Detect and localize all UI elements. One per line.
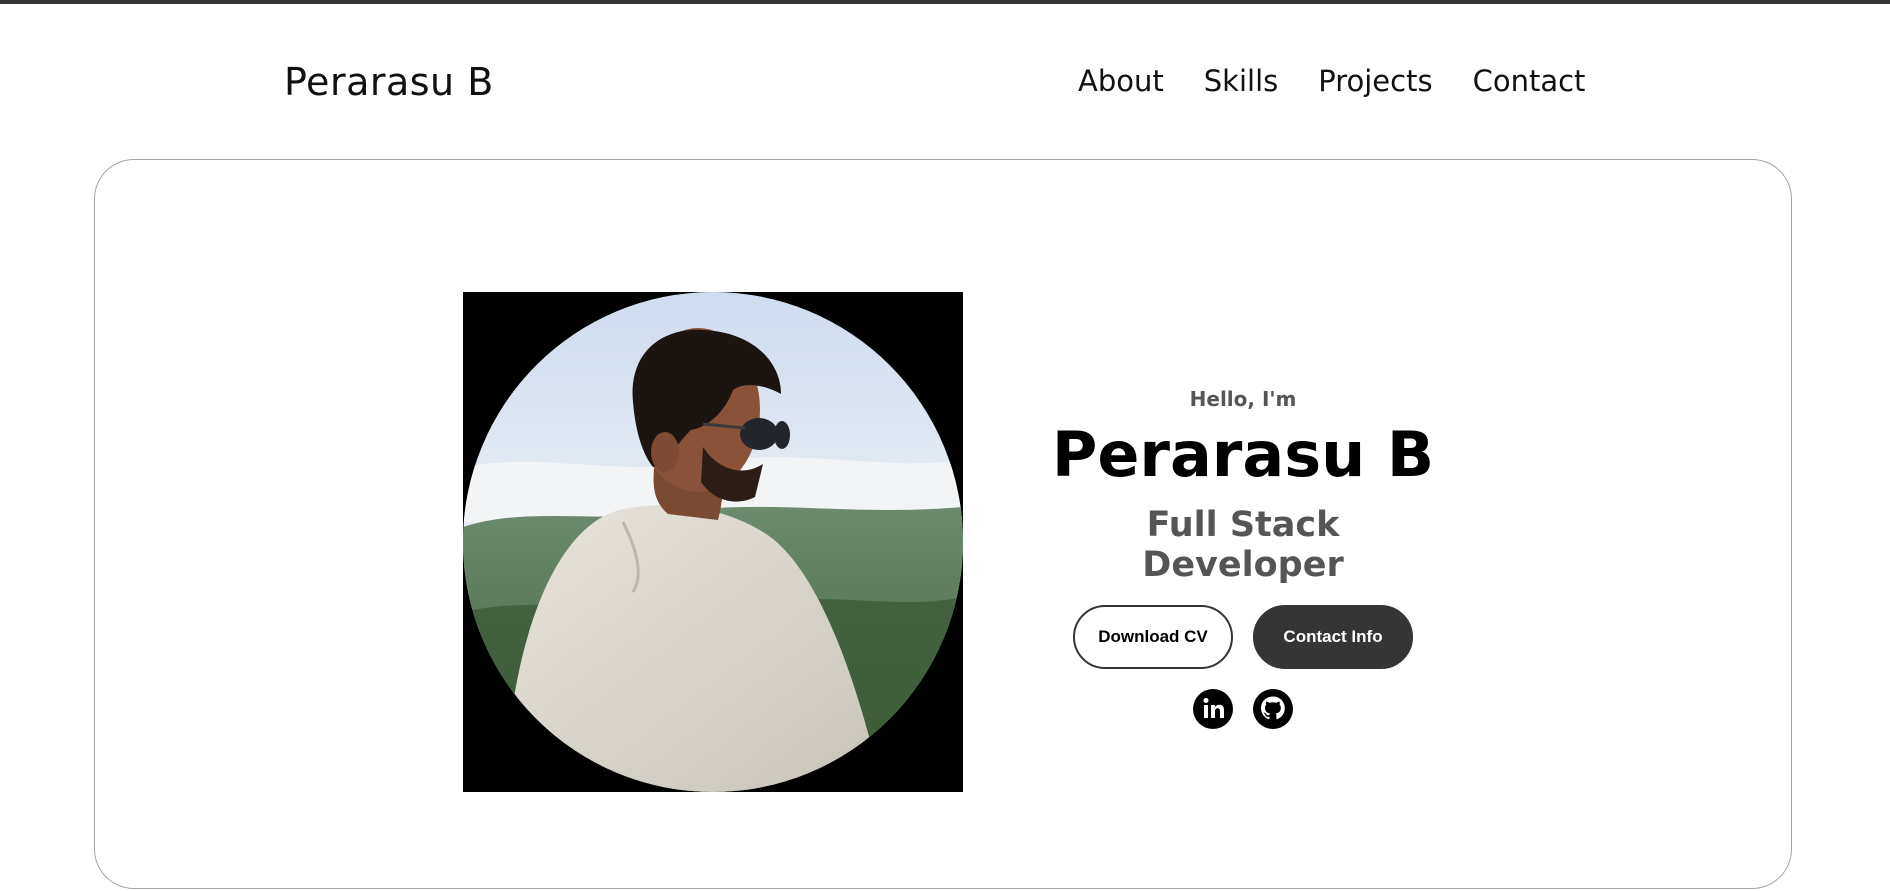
nav-links: About Skills Projects Contact	[1078, 64, 1585, 98]
nav-link-contact[interactable]: Contact	[1473, 64, 1586, 98]
profile-picture	[463, 292, 963, 792]
profile-picture-frame	[463, 292, 963, 792]
linkedin-icon[interactable]	[1193, 689, 1233, 730]
nav-item-skills: Skills	[1204, 64, 1278, 98]
download-cv-button[interactable]: Download CV	[1073, 605, 1233, 670]
nav-item-contact: Contact	[1473, 64, 1586, 98]
hero-role: Full Stack Developer	[1142, 505, 1344, 586]
nav-link-skills[interactable]: Skills	[1204, 64, 1278, 98]
intro-block: Hello, I'm Perarasu B Full Stack Develop…	[1043, 383, 1443, 730]
navbar: Perarasu B About Skills Projects Contact	[0, 4, 1890, 154]
nav-link-about[interactable]: About	[1078, 64, 1164, 98]
hero-buttons: Download CV Contact Info	[1043, 605, 1443, 670]
site-logo[interactable]: Perarasu B	[284, 60, 494, 104]
github-icon[interactable]	[1253, 689, 1293, 730]
contact-info-button[interactable]: Contact Info	[1253, 605, 1413, 670]
social-links	[1043, 689, 1443, 730]
nav-item-projects: Projects	[1318, 64, 1432, 98]
profile-photo-illustration	[463, 292, 963, 792]
greeting-text: Hello, I'm	[1189, 387, 1297, 411]
nav-item-about: About	[1078, 64, 1164, 98]
nav-link-projects[interactable]: Projects	[1318, 64, 1432, 98]
hero-name: Perarasu B	[1051, 418, 1435, 491]
